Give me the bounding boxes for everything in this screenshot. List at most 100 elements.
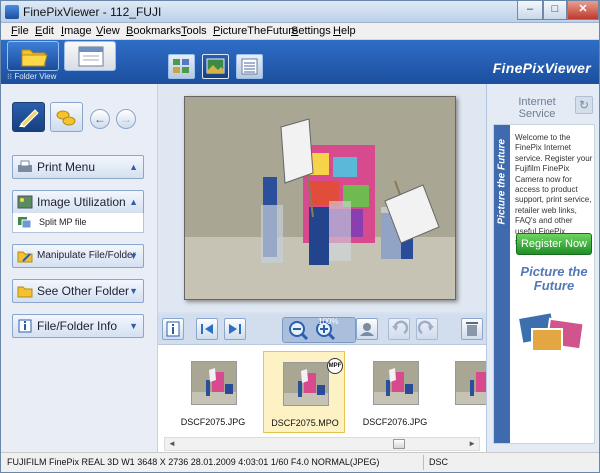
internet-service-title: Internet Service — [518, 96, 556, 120]
print-menu-section[interactable]: Print Menu ▲ — [12, 155, 144, 179]
close-button[interactable]: ✕ — [567, 1, 599, 20]
menu-view[interactable]: View — [96, 25, 120, 37]
status-mode: DSC — [429, 457, 449, 467]
see-other-folder-section[interactable]: See Other Folder ▼ — [12, 279, 144, 303]
image-info: FUJIFILM FinePix REAL 3D W1 3648 X 2736 … — [7, 457, 380, 467]
vertical-banner-text: Picture the Future — [496, 138, 508, 225]
left-panel: ← → Print Menu ▲ Image Utilization ▲ Spl… — [1, 84, 158, 452]
picture-the-future-logo[interactable]: Picture the Future — [516, 265, 592, 293]
thumbnail-item-selected[interactable]: MPF DSCF2075.MPO — [263, 351, 345, 433]
zoom-out-icon — [289, 321, 309, 341]
image-utilization-section[interactable]: Image Utilization ▲ — [12, 190, 144, 214]
app-window: FinePixViewer - 112_FUJI – □ ✕ File Edit… — [0, 0, 600, 473]
menu-image[interactable]: Image — [61, 25, 92, 37]
menu-tools[interactable]: Tools — [181, 25, 207, 37]
rotate-left-icon — [392, 320, 409, 335]
thumbnail-item-partial[interactable] — [445, 351, 486, 433]
minimize-button[interactable]: – — [517, 1, 543, 20]
thumbnail-image — [191, 361, 237, 405]
rotate-right-icon — [417, 320, 434, 335]
folder-view-text: Folder View — [14, 72, 57, 81]
scroll-right-icon[interactable]: ► — [468, 438, 476, 450]
trash-icon — [466, 322, 478, 336]
center-panel: 100% DSCF2075.JPG MPF DSCF2075.MPO DSCF2 — [158, 84, 486, 452]
printer-icon — [18, 160, 32, 172]
menu-settings[interactable]: Settings — [291, 25, 331, 37]
rotate-right-button[interactable] — [416, 318, 438, 340]
register-now-button[interactable]: Register Now — [516, 233, 592, 255]
window-title: FinePixViewer - 112_FUJI — [23, 5, 162, 19]
scrollbar-thumb[interactable] — [393, 439, 405, 449]
face-detect-button[interactable] — [356, 318, 378, 340]
info-button[interactable] — [162, 318, 184, 340]
back-arrow-icon: ← — [94, 112, 106, 126]
menu-bookmarks[interactable]: Bookmarks — [126, 25, 181, 37]
edit-tools-button[interactable] — [12, 102, 45, 132]
pencil-icon — [19, 109, 39, 128]
split-mp-icon — [18, 217, 32, 228]
expand-icon: ▼ — [129, 321, 138, 331]
title-bar: FinePixViewer - 112_FUJI – □ ✕ — [1, 1, 599, 23]
manipulate-file-folder-label: Manipulate File/Folder — [37, 250, 136, 261]
brand-logo: FinePixViewer — [492, 60, 591, 76]
image-utilization-icon — [17, 195, 33, 209]
vertical-banner: Picture the Future — [494, 125, 510, 443]
manipulate-file-folder-section[interactable]: Manipulate File/Folder ▼ — [12, 244, 144, 268]
thumbnail-name: DSCF2076.JPG — [362, 417, 428, 427]
scroll-left-icon[interactable]: ◄ — [168, 438, 176, 450]
photo-collage-image — [518, 311, 585, 352]
refresh-button[interactable]: ↻ — [575, 96, 593, 114]
welcome-text: Welcome to the FinePix Internet service.… — [515, 133, 593, 246]
menu-file[interactable]: File — [11, 25, 29, 37]
menu-picturethefuture[interactable]: PictureTheFuture — [213, 25, 298, 37]
calendar-mode-button[interactable] — [64, 41, 116, 71]
tags-icon — [56, 110, 76, 126]
split-mp-file-item[interactable]: Split MP file — [12, 213, 144, 233]
mpf-badge: MPF — [327, 358, 343, 374]
thumbnail-image — [373, 361, 419, 405]
maximize-button[interactable]: □ — [543, 1, 567, 20]
single-view-button[interactable] — [202, 54, 229, 79]
file-folder-info-section[interactable]: File/Folder Info ▼ — [12, 314, 144, 338]
folder-view-label: ⁝⁝ Folder View — [7, 72, 57, 81]
thumbnail-image — [455, 361, 486, 405]
folder-icon — [17, 286, 33, 298]
thumbnail-view-button[interactable] — [168, 54, 195, 79]
preview-image[interactable] — [184, 96, 456, 300]
thumbnail-name: DSCF2075.MPO — [271, 418, 339, 428]
folder-mode-button[interactable] — [7, 41, 59, 71]
delete-button[interactable] — [461, 318, 483, 340]
thumbnail-name: DSCF2075.JPG — [180, 417, 246, 427]
list-icon — [241, 58, 258, 75]
forward-button[interactable]: → — [116, 109, 136, 129]
first-image-button[interactable] — [196, 318, 218, 340]
thumbnail-item[interactable]: DSCF2076.JPG — [354, 351, 436, 433]
photo-still-life — [185, 97, 455, 299]
next-image-button[interactable] — [224, 318, 246, 340]
expand-icon: ▼ — [129, 286, 138, 296]
preview-area — [158, 84, 486, 312]
collapse-icon: ▲ — [129, 162, 138, 172]
thumbnails-icon — [173, 59, 189, 73]
thumbnail-image — [283, 362, 329, 406]
split-mp-file-label: Split MP file — [39, 217, 87, 227]
rotate-left-button[interactable] — [388, 318, 410, 340]
manipulate-folder-icon — [17, 251, 33, 263]
person-icon — [360, 323, 374, 336]
service-content: Picture the Future Welcome to the FinePi… — [493, 124, 595, 444]
menu-edit[interactable]: Edit — [35, 25, 54, 37]
refresh-icon: ↻ — [578, 98, 590, 112]
internet-service-panel: Internet Service ↻ Picture the Future We… — [486, 84, 599, 452]
list-view-button[interactable] — [236, 54, 263, 79]
thumbnail-item[interactable]: DSCF2075.JPG — [172, 351, 254, 433]
thumbnail-strip: DSCF2075.JPG MPF DSCF2075.MPO DSCF2076.J… — [158, 344, 486, 452]
menu-help[interactable]: Help — [333, 25, 356, 37]
collapse-icon: ▲ — [129, 197, 138, 207]
tags-button[interactable] — [50, 102, 83, 132]
menu-bar: File Edit Image View Bookmarks Tools Pic… — [1, 23, 599, 40]
horizontal-scrollbar[interactable]: ◄ ► — [164, 437, 480, 451]
zoom-out-button[interactable] — [286, 319, 310, 341]
back-button[interactable]: ← — [90, 109, 110, 129]
info-icon — [18, 319, 32, 333]
skip-forward-icon — [229, 324, 241, 334]
